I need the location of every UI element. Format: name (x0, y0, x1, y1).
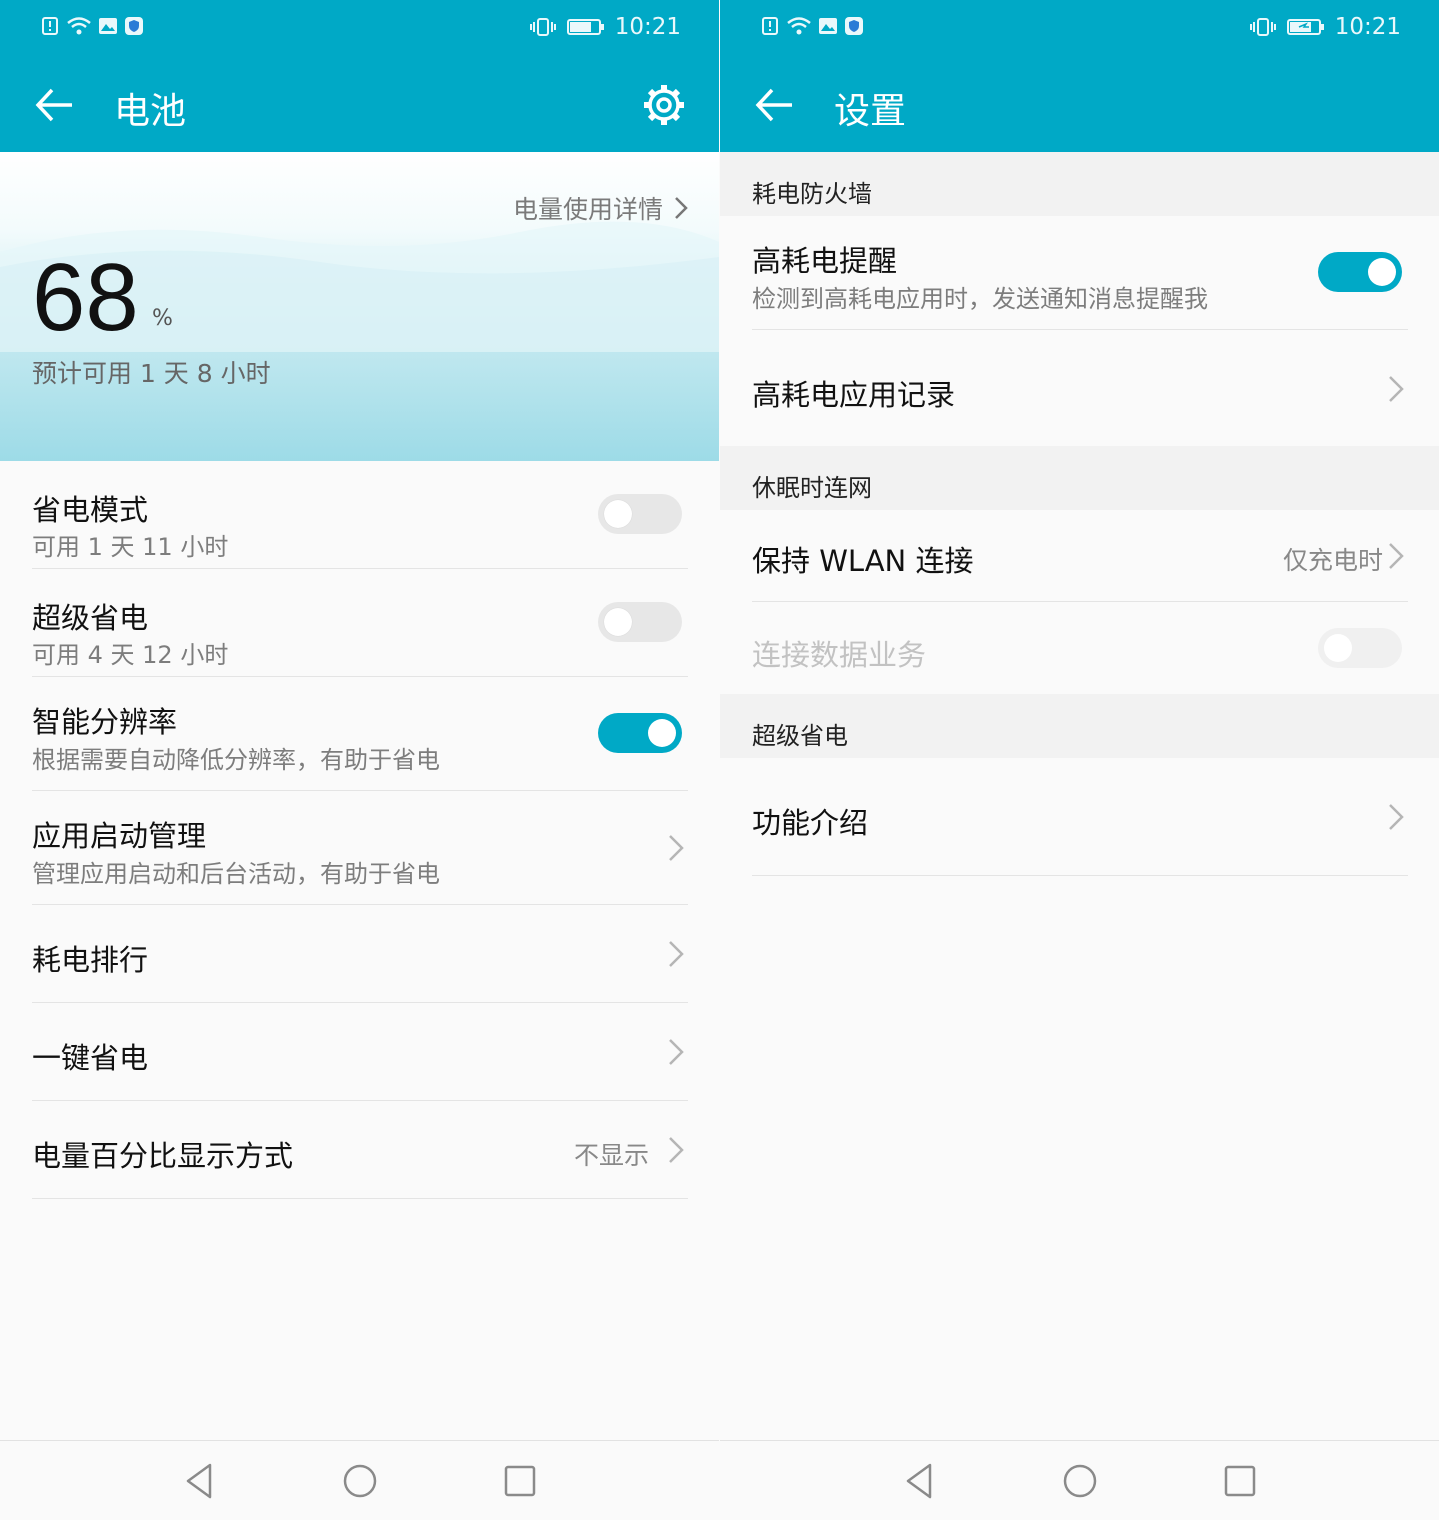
shield-app-icon (845, 17, 863, 35)
system-nav-bar (720, 1440, 1439, 1520)
status-bar: 10:21 (0, 0, 719, 56)
item-title: 一键省电 (32, 1041, 149, 1075)
list-item-high-consumption-log[interactable]: 高耗电应用记录 (720, 330, 1439, 446)
chevron-right-icon (1389, 804, 1404, 830)
battery-settings-screen: 10:21 设置 耗电防火墙 高耗电提醒 检测到高耗电应用时，发送通知消息提醒我… (720, 0, 1439, 1520)
item-title: 功能介绍 (752, 806, 869, 840)
item-title: 连接数据业务 (752, 638, 927, 672)
smart-resolution-toggle[interactable] (598, 713, 682, 753)
item-title: 高耗电应用记录 (752, 378, 956, 412)
chevron-right-icon (669, 1137, 684, 1163)
chevron-right-icon (669, 1039, 684, 1065)
item-subtitle: 检测到高耗电应用时，发送通知消息提醒我 (752, 285, 1208, 313)
chevron-right-icon (1389, 543, 1404, 569)
list-item-app-launch[interactable]: 应用启动管理 管理应用启动和后台活动，有助于省电 (0, 791, 719, 905)
item-title: 智能分辨率 (32, 705, 178, 739)
wifi-icon (787, 17, 811, 35)
item-title: 耗电排行 (32, 943, 149, 977)
gallery-icon (819, 18, 837, 34)
item-subtitle: 可用 1 天 11 小时 (32, 533, 229, 561)
list-item-consumption-ranking[interactable]: 耗电排行 (0, 905, 719, 1003)
battery-charging-icon (1286, 19, 1324, 35)
item-value: 不显示 (573, 1141, 649, 1170)
battery-summary: 电量使用详情 68 % 预计可用 1 天 8 小时 (0, 152, 719, 461)
battery-level: 68 (32, 244, 139, 351)
battery-percent-unit: % (152, 306, 173, 331)
status-bar: 10:21 (720, 0, 1439, 56)
sim-alert-icon (762, 17, 778, 35)
power-saving-toggle[interactable] (598, 494, 682, 534)
ultra-power-saving-toggle[interactable] (598, 602, 682, 642)
item-title: 高耗电提醒 (752, 244, 898, 278)
high-consumption-alert-toggle[interactable] (1318, 252, 1402, 292)
item-subtitle: 根据需要自动降低分辨率，有助于省电 (32, 746, 440, 774)
gallery-icon (99, 18, 117, 34)
page-title: 设置 (834, 91, 907, 132)
item-subtitle: 可用 4 天 12 小时 (32, 641, 229, 669)
app-bar: 10:21 设置 (720, 0, 1439, 152)
app-bar: 10:21 电池 (0, 0, 719, 152)
settings-list: 耗电防火墙 高耗电提醒 检测到高耗电应用时，发送通知消息提醒我 高耗电应用记录 … (720, 152, 1439, 876)
chevron-right-icon (669, 835, 684, 861)
list-item-mobile-data: 连接数据业务 (720, 602, 1439, 694)
status-time: 10:21 (614, 14, 681, 40)
chevron-right-icon (1389, 376, 1404, 402)
page-title: 电池 (114, 91, 187, 132)
battery-screen: 10:21 电池 电量使用详情 68 % 预计可用 1 天 8 小时 省电模式 … (0, 0, 719, 1520)
back-arrow-icon[interactable] (750, 80, 800, 130)
item-title: 电量百分比显示方式 (32, 1139, 294, 1173)
wifi-icon (67, 17, 91, 35)
nav-recents-icon[interactable] (500, 1461, 540, 1501)
section-header-ultra-power-saving: 超级省电 (720, 694, 1439, 758)
vibrate-icon (1249, 18, 1276, 36)
item-title: 超级省电 (32, 601, 149, 635)
item-title: 保持 WLAN 连接 (752, 544, 974, 578)
nav-home-icon[interactable] (1060, 1461, 1100, 1501)
usage-details-label: 电量使用详情 (512, 195, 663, 224)
usage-details-link[interactable]: 电量使用详情 (513, 190, 689, 226)
list-item-feature-intro[interactable]: 功能介绍 (720, 758, 1439, 876)
list-item-power-saving[interactable]: 省电模式 可用 1 天 11 小时 (0, 461, 719, 569)
sim-alert-icon (42, 17, 58, 35)
nav-home-icon[interactable] (340, 1461, 380, 1501)
chevron-right-icon (669, 941, 684, 967)
shield-app-icon (125, 17, 143, 35)
list-item-keep-wlan[interactable]: 保持 WLAN 连接 仅充电时 (720, 510, 1439, 602)
section-header-sleep-network: 休眠时连网 (720, 446, 1439, 510)
battery-icon (566, 19, 604, 35)
chevron-right-icon (675, 197, 688, 219)
system-nav-bar (0, 1440, 719, 1520)
list-item-one-tap-saving[interactable]: 一键省电 (0, 1003, 719, 1101)
back-arrow-icon[interactable] (30, 80, 80, 130)
mobile-data-toggle (1318, 628, 1402, 668)
battery-estimate: 预计可用 1 天 8 小时 (32, 359, 271, 388)
nav-back-icon[interactable] (180, 1461, 220, 1501)
list-item-percentage-display[interactable]: 电量百分比显示方式 不显示 (0, 1101, 719, 1199)
nav-back-icon[interactable] (900, 1461, 940, 1501)
vibrate-icon (529, 18, 556, 36)
status-time: 10:21 (1334, 14, 1401, 40)
item-value: 仅充电时 (1282, 546, 1383, 575)
list-item-high-consumption-alert[interactable]: 高耗电提醒 检测到高耗电应用时，发送通知消息提醒我 (720, 216, 1439, 330)
item-title: 应用启动管理 (32, 819, 207, 853)
nav-recents-icon[interactable] (1220, 1461, 1260, 1501)
list-item-ultra-power-saving[interactable]: 超级省电 可用 4 天 12 小时 (0, 569, 719, 677)
battery-options-list: 省电模式 可用 1 天 11 小时 超级省电 可用 4 天 12 小时 智能分辨… (0, 461, 719, 1199)
item-subtitle: 管理应用启动和后台活动，有助于省电 (32, 860, 440, 888)
section-header-power-firewall: 耗电防火墙 (720, 152, 1439, 216)
settings-gear-icon[interactable] (639, 80, 689, 130)
list-item-smart-resolution[interactable]: 智能分辨率 根据需要自动降低分辨率，有助于省电 (0, 677, 719, 791)
item-title: 省电模式 (32, 493, 149, 527)
